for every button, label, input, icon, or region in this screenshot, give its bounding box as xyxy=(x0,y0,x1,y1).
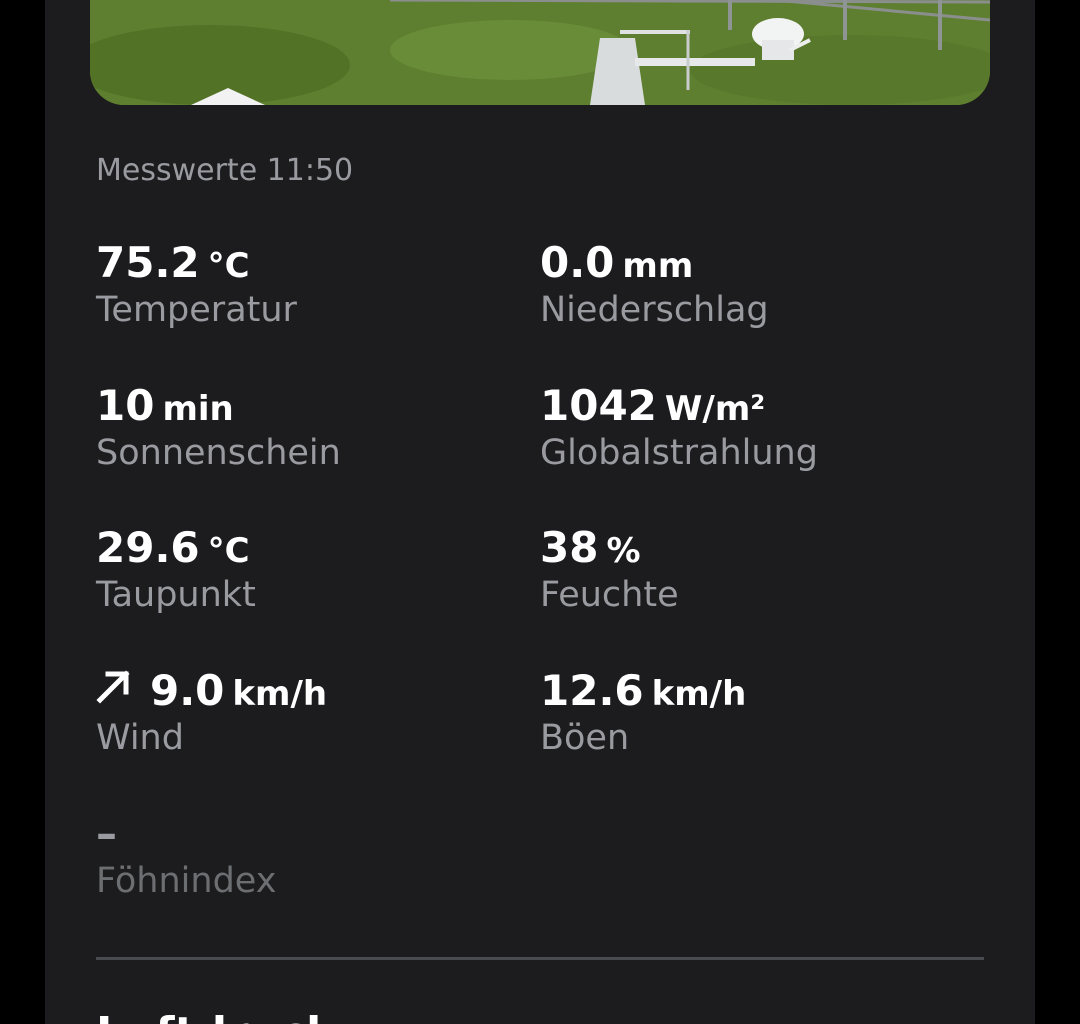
metric-value: 9.0 km/h xyxy=(96,665,496,717)
weather-station-panel: Messwerte 11:50 75.2 °C Temperatur 0.0 mm … xyxy=(45,0,1035,1024)
metric-globalstrahlung: 1042 W/m² Globalstrahlung xyxy=(540,380,940,476)
metric-value: 10 min xyxy=(96,381,234,430)
metric-unit: °C xyxy=(207,246,250,286)
metric-value: 75.2 °C xyxy=(96,238,250,287)
metric-label: Niederschlag xyxy=(540,290,769,330)
metric-unit: min xyxy=(162,389,234,429)
measurement-timestamp: Messwerte 11:50 xyxy=(96,153,354,188)
image-indicator-icon xyxy=(191,88,265,105)
metric-label: Wind xyxy=(96,718,184,758)
metric-label: Feuchte xyxy=(540,575,679,615)
metric-unit: % xyxy=(606,531,641,571)
metric-value: 0.0 mm xyxy=(540,238,694,287)
metric-unit: km/h xyxy=(651,674,747,714)
metric-value: 29.6 °C xyxy=(96,523,250,572)
metric-boeen: 12.6 km/h Böen xyxy=(540,665,940,761)
metric-taupunkt: 29.6 °C Taupunkt xyxy=(96,522,496,618)
metric-value: 1042 W/m² xyxy=(540,381,766,430)
arrow-up-right-icon xyxy=(96,664,132,716)
metric-sonnenschein: 10 min Sonnenschein xyxy=(96,380,496,476)
metric-unit: °C xyxy=(207,531,250,571)
metric-unit: W/m² xyxy=(664,389,766,429)
metric-temperatur: 75.2 °C Temperatur xyxy=(96,237,496,333)
metric-wind: 9.0 km/h Wind xyxy=(96,665,496,761)
section-divider xyxy=(96,957,984,960)
metric-value: 12.6 km/h xyxy=(540,666,747,715)
metric-label: Sonnenschein xyxy=(96,433,341,473)
metric-label: Globalstrahlung xyxy=(540,433,818,473)
metric-value: – xyxy=(96,809,117,858)
metric-niederschlag: 0.0 mm Niederschlag xyxy=(540,237,940,333)
metric-feuchte: 38% Feuchte xyxy=(540,522,940,618)
metric-label: Temperatur xyxy=(96,290,297,330)
metric-unit: km/h xyxy=(232,674,328,714)
metric-foehnindex: – Föhnindex xyxy=(96,808,496,904)
metric-label: Böen xyxy=(540,718,630,758)
metric-label: Föhnindex xyxy=(96,861,277,901)
metric-value: 38% xyxy=(540,523,641,572)
section-heading-luftdruck: Luftdruck xyxy=(96,1008,335,1024)
metric-label: Taupunkt xyxy=(96,575,256,615)
metric-unit: mm xyxy=(622,246,694,286)
